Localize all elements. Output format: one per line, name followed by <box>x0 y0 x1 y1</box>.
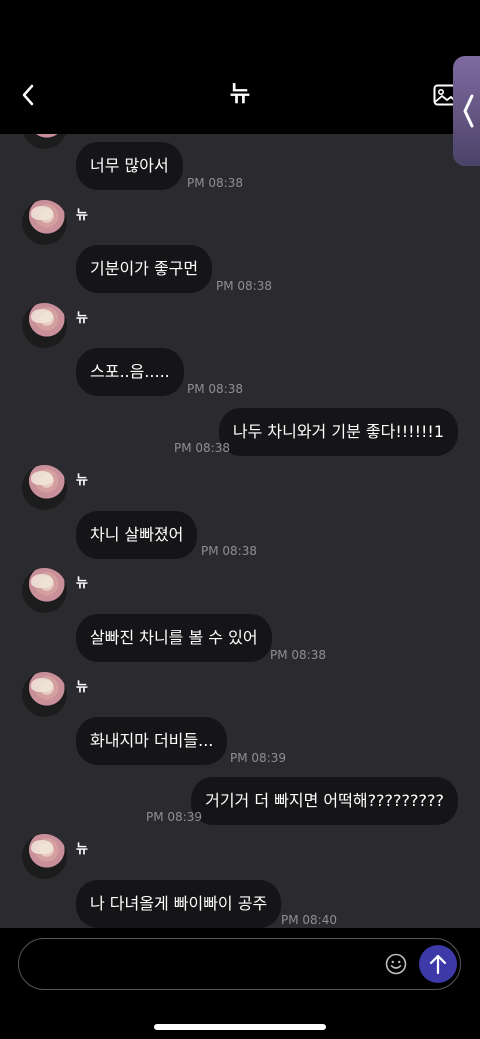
arrow-up-icon <box>429 954 447 975</box>
avatar[interactable] <box>22 134 67 149</box>
sender-name: 뉴 <box>76 576 88 591</box>
message-time: PM 08:38 <box>216 279 272 293</box>
smiley-icon[interactable] <box>385 953 407 975</box>
received-message-bubble[interactable]: 너무 많아서 <box>76 142 183 190</box>
chat-title: 뉴 <box>229 82 251 107</box>
sent-message-bubble[interactable]: 나두 차니와거 기분 좋다!!!!!!1 <box>218 408 458 456</box>
sender-name: 뉴 <box>76 208 88 223</box>
composer-bar <box>0 928 480 1039</box>
avatar[interactable] <box>22 465 67 510</box>
message-time: PM 08:39 <box>230 751 286 765</box>
received-message-bubble[interactable]: 화내지마 더비들... <box>76 717 228 765</box>
avatar[interactable] <box>22 834 67 879</box>
send-button[interactable] <box>419 945 457 983</box>
received-message-bubble[interactable]: 기분이가 좋구먼 <box>76 245 213 293</box>
sender-name: 뉴 <box>76 473 88 488</box>
message-time: PM 08:38 <box>187 382 243 396</box>
received-message-bubble[interactable]: 나 다녀올게 빠이빠이 공주 <box>76 880 282 928</box>
top-bar: 뉴 <box>0 0 480 134</box>
message-time: PM 08:40 <box>281 913 337 927</box>
sent-message-bubble[interactable]: 거기거 더 빠지면 어떡해????????? <box>191 777 458 825</box>
message-input[interactable] <box>35 947 379 983</box>
received-message-bubble[interactable]: 스포..음..... <box>76 348 184 396</box>
avatar[interactable] <box>22 303 67 348</box>
message-time: PM 08:38 <box>201 544 257 558</box>
avatar[interactable] <box>22 568 67 613</box>
chevron-left-icon <box>463 94 474 128</box>
sender-name: 뉴 <box>76 680 88 695</box>
sender-name: 뉴 <box>76 311 88 326</box>
message-time: PM 08:38 <box>187 176 243 190</box>
home-indicator <box>154 1024 326 1030</box>
chat-area[interactable]: 너무 많아서 PM 08:38 뉴 기분이가 좋구먼 PM 08:38 뉴 스포… <box>0 134 480 928</box>
message-input-container[interactable] <box>18 938 461 990</box>
message-time: PM 08:38 <box>270 648 326 662</box>
received-message-bubble[interactable]: 살빠진 차니를 볼 수 있어 <box>76 614 272 662</box>
avatar[interactable] <box>22 672 67 717</box>
message-time: PM 08:38 <box>174 441 230 455</box>
received-message-bubble[interactable]: 차니 살빠졌어 <box>76 511 198 559</box>
message-time: PM 08:39 <box>146 810 202 824</box>
sender-name: 뉴 <box>76 842 88 857</box>
avatar[interactable] <box>22 200 67 245</box>
